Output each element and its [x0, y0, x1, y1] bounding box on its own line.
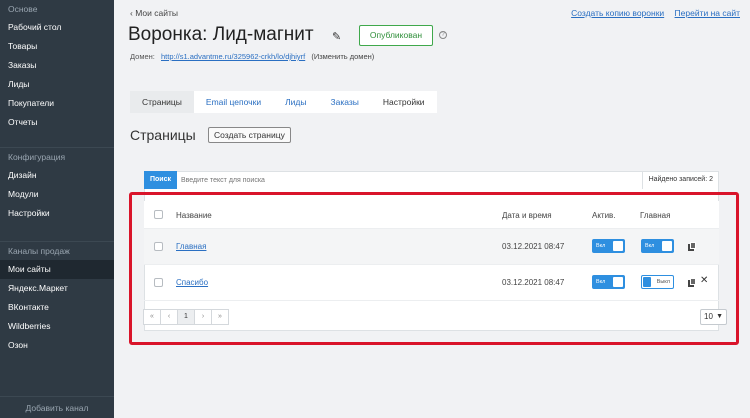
back-link[interactable]: ‹ Мои сайты [130, 8, 178, 18]
next-page-button[interactable]: › [194, 309, 212, 325]
prev-page-button[interactable]: ‹ [160, 309, 178, 325]
page-title: Воронка: Лид-магнит [128, 24, 314, 45]
last-page-button[interactable]: » [211, 309, 229, 325]
pencil-icon[interactable]: ✎ [332, 30, 341, 43]
page-date: 03.12.2021 08:47 [502, 278, 565, 287]
copy-icon[interactable] [688, 242, 697, 251]
first-page-button[interactable]: « [143, 309, 161, 325]
tab-email-chains[interactable]: Email цепочки [194, 91, 273, 113]
active-toggle-label: Вкл [596, 243, 606, 249]
sidebar-item-leads[interactable]: Лиды [0, 75, 114, 94]
toggle-knob [613, 241, 623, 251]
active-toggle-label: Вкл [596, 279, 606, 285]
sidebar-item-dashboard[interactable]: Рабочий стол [0, 18, 114, 37]
sidebar-item-settings[interactable]: Настройки [0, 204, 114, 223]
sidebar-heading-config: Конфигурация [8, 152, 66, 162]
go-to-site-link[interactable]: Перейти на сайт [675, 8, 740, 18]
tab-bar: Страницы Email цепочки Лиды Заказы Настр… [130, 91, 437, 113]
tab-settings[interactable]: Настройки [371, 91, 437, 113]
column-active: Актив. [592, 211, 616, 220]
add-channel-button[interactable]: Добавить канал [0, 396, 114, 418]
main-toggle-label: Выкл [656, 279, 670, 285]
info-icon[interactable]: ? [439, 31, 447, 39]
sidebar-item-vkontakte[interactable]: ВКонтакте [0, 298, 114, 317]
row-checkbox[interactable] [154, 242, 163, 251]
pagination: « ‹ 1 › » [143, 309, 229, 325]
create-page-button[interactable]: Создать страницу [208, 127, 291, 143]
sidebar: Основе Рабочий стол Товары Заказы Лиды П… [0, 0, 114, 418]
main-toggle[interactable]: Вкл [641, 239, 674, 253]
sidebar-item-customers[interactable]: Покупатели [0, 94, 114, 113]
tab-leads[interactable]: Лиды [273, 91, 318, 113]
pages-table: Название Дата и время Актив. Главная Гла… [144, 201, 719, 301]
sidebar-item-design[interactable]: Дизайн [0, 166, 114, 185]
main-content: ‹ Мои сайты Создать копию воронки Перейт… [114, 0, 750, 418]
row-checkbox[interactable] [154, 278, 163, 287]
page-name-link[interactable]: Главная [176, 242, 206, 251]
search-input[interactable] [181, 171, 381, 189]
toggle-knob [613, 277, 623, 287]
chevron-left-icon: ‹ [130, 8, 133, 18]
column-main: Главная [640, 211, 671, 220]
column-date: Дата и время [502, 211, 552, 220]
status-badge[interactable]: Опубликован [359, 25, 433, 46]
page-date: 03.12.2021 08:47 [502, 242, 565, 251]
active-toggle[interactable]: Вкл [592, 239, 625, 253]
copy-icon[interactable] [688, 278, 697, 287]
sidebar-item-products[interactable]: Товары [0, 37, 114, 56]
copy-funnel-link[interactable]: Создать копию воронки [571, 8, 664, 18]
sidebar-heading-channels: Каналы продаж [8, 246, 70, 256]
top-links: Создать копию воронки Перейти на сайт [563, 8, 740, 18]
close-icon[interactable]: ✕ [700, 275, 708, 286]
domain-label: Домен: [130, 52, 155, 61]
table-row: Главная 03.12.2021 08:47 Вкл Вкл [144, 229, 719, 265]
table-header: Название Дата и время Актив. Главная [144, 201, 719, 229]
domain-link[interactable]: http://s1.advantme.ru/325962-crkh/lo/djh… [161, 52, 305, 61]
sidebar-item-my-sites[interactable]: Мои сайты [0, 260, 114, 279]
active-toggle[interactable]: Вкл [592, 275, 625, 289]
records-found: Найдено записей: 2 [641, 171, 719, 189]
sidebar-heading-main: Основе [8, 4, 38, 14]
chevron-down-icon: ▼ [716, 313, 723, 320]
per-page-select[interactable]: 10 ▼ [700, 309, 727, 325]
table-row: Спасибо 03.12.2021 08:47 Вкл Выкл ✕ [144, 265, 719, 301]
main-toggle-label: Вкл [645, 243, 655, 249]
domain-line: Домен: http://s1.advantme.ru/325962-crkh… [130, 52, 374, 61]
sidebar-item-orders[interactable]: Заказы [0, 56, 114, 75]
search-button[interactable]: Поиск [144, 171, 177, 189]
toggle-knob [643, 277, 651, 287]
sidebar-item-reports[interactable]: Отчеты [0, 113, 114, 132]
section-title: Страницы [130, 127, 196, 143]
sidebar-item-ozon[interactable]: Озон [0, 336, 114, 355]
back-link-label: Мои сайты [135, 8, 178, 18]
toggle-knob [662, 241, 672, 251]
current-page-button[interactable]: 1 [177, 309, 195, 325]
tab-pages[interactable]: Страницы [130, 91, 194, 113]
search-bar: Поиск Найдено записей: 2 [144, 171, 719, 189]
column-name: Название [176, 211, 212, 220]
sidebar-item-wildberries[interactable]: Wildberries [0, 317, 114, 336]
select-all-checkbox[interactable] [154, 210, 163, 219]
change-domain-link[interactable]: (Изменить домен) [311, 52, 374, 61]
page-name-link[interactable]: Спасибо [176, 278, 208, 287]
main-toggle[interactable]: Выкл [641, 275, 674, 289]
sidebar-item-modules[interactable]: Модули [0, 185, 114, 204]
tab-orders[interactable]: Заказы [318, 91, 370, 113]
per-page-value: 10 [704, 312, 713, 321]
sidebar-item-yandex-market[interactable]: Яндекс.Маркет [0, 279, 114, 298]
